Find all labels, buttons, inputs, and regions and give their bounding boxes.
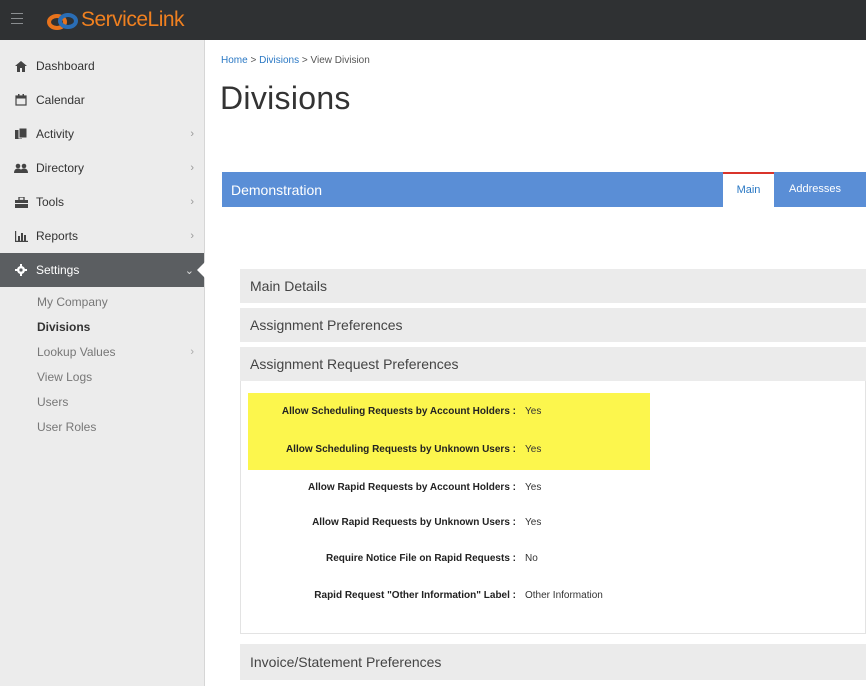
tab-main[interactable]: Main bbox=[723, 172, 774, 208]
breadcrumb-separator: > bbox=[247, 55, 260, 66]
chevron-right-icon: › bbox=[190, 346, 194, 358]
pref-label: Allow Scheduling Requests by Unknown Use… bbox=[285, 444, 516, 455]
breadcrumb-current: View Division bbox=[310, 55, 370, 66]
sidebar-item-label: Activity bbox=[36, 127, 75, 141]
chevron-right-icon: › bbox=[190, 128, 194, 140]
chevron-right-icon: › bbox=[190, 162, 194, 174]
home-icon bbox=[14, 60, 28, 72]
submenu-item-user-roles[interactable]: User Roles bbox=[0, 415, 204, 440]
submenu-item-view-logs[interactable]: View Logs bbox=[0, 365, 204, 390]
pref-label: Allow Scheduling Requests by Account Hol… bbox=[281, 406, 516, 417]
chevron-right-icon: › bbox=[190, 230, 194, 242]
sidebar-item-dashboard[interactable]: Dashboard bbox=[0, 49, 204, 83]
section-assignment-preferences[interactable]: Assignment Preferences bbox=[240, 308, 866, 342]
pref-label: Allow Rapid Requests by Account Holders … bbox=[308, 482, 516, 493]
sidebar-item-calendar[interactable]: Calendar bbox=[0, 83, 204, 117]
pref-value: Yes bbox=[525, 482, 542, 493]
sidebar-item-activity[interactable]: Activity › bbox=[0, 117, 204, 151]
sidebar-item-label: Directory bbox=[36, 161, 85, 175]
tab-addresses[interactable]: Addresses bbox=[777, 172, 853, 207]
users-icon bbox=[14, 162, 28, 174]
pref-label: Allow Rapid Requests by Unknown Users : bbox=[312, 517, 516, 528]
pref-row: Rapid Request "Other Information" Label … bbox=[248, 590, 808, 610]
toolbox-icon bbox=[14, 196, 28, 208]
activity-icon bbox=[14, 128, 28, 140]
bar-chart-icon bbox=[14, 230, 28, 242]
panel-title: Demonstration bbox=[231, 182, 323, 198]
logo-mark-icon bbox=[47, 13, 78, 30]
section-invoice-statement-preferences[interactable]: Invoice/Statement Preferences bbox=[240, 644, 866, 680]
calendar-icon bbox=[14, 94, 28, 106]
breadcrumb-separator: > bbox=[299, 55, 311, 66]
breadcrumb-home-link[interactable]: Home bbox=[221, 55, 248, 66]
sidebar-item-reports[interactable]: Reports › bbox=[0, 219, 204, 253]
pref-value: Yes bbox=[525, 517, 542, 528]
pref-row: Allow Rapid Requests by Account Holders … bbox=[248, 482, 808, 502]
settings-submenu: My Company Divisions Lookup Values › Vie… bbox=[0, 287, 204, 440]
section-main-details[interactable]: Main Details bbox=[240, 269, 866, 303]
pref-label: Rapid Request "Other Information" Label … bbox=[314, 590, 516, 601]
breadcrumb: Home > Divisions > View Division bbox=[221, 55, 370, 66]
active-indicator bbox=[197, 262, 205, 278]
pref-row: Allow Scheduling Requests by Account Hol… bbox=[248, 406, 808, 426]
pref-value: Yes bbox=[525, 406, 542, 417]
submenu-item-divisions[interactable]: Divisions bbox=[0, 315, 204, 340]
sidebar-item-label: Settings bbox=[36, 263, 80, 277]
sidebar-item-label: Tools bbox=[36, 195, 65, 209]
section-assignment-request-preferences[interactable]: Assignment Request Preferences bbox=[240, 347, 866, 381]
sidebar-item-directory[interactable]: Directory › bbox=[0, 151, 204, 185]
submenu-item-label: Lookup Values bbox=[37, 345, 116, 359]
panel-header: Demonstration Main Addresses bbox=[222, 172, 866, 208]
gear-icon bbox=[14, 264, 28, 276]
chevron-down-icon: ⌄ bbox=[184, 265, 194, 277]
pref-value: Yes bbox=[525, 444, 542, 455]
page-title: Divisions bbox=[220, 80, 351, 116]
menu-icon[interactable] bbox=[11, 13, 23, 24]
pref-row: Allow Scheduling Requests by Unknown Use… bbox=[248, 444, 808, 464]
submenu-item-my-company[interactable]: My Company bbox=[0, 290, 204, 315]
pref-value: Other Information bbox=[525, 590, 603, 601]
sidebar-item-settings[interactable]: Settings ⌄ bbox=[0, 253, 205, 287]
pref-label: Require Notice File on Rapid Requests : bbox=[325, 553, 516, 564]
sidebar-item-tools[interactable]: Tools › bbox=[0, 185, 204, 219]
pref-row: Allow Rapid Requests by Unknown Users : … bbox=[248, 517, 808, 537]
pref-row: Require Notice File on Rapid Requests : … bbox=[248, 553, 808, 573]
logo[interactable]: ServiceLink bbox=[46, 7, 185, 33]
top-bar: ServiceLink bbox=[0, 0, 866, 40]
sidebar-item-label: Reports bbox=[36, 229, 79, 243]
breadcrumb-divisions-link[interactable]: Divisions bbox=[259, 55, 299, 66]
sidebar-item-label: Dashboard bbox=[36, 59, 95, 73]
pref-value: No bbox=[525, 553, 538, 564]
submenu-item-lookup-values[interactable]: Lookup Values › bbox=[0, 340, 204, 365]
logo-text: ServiceLink bbox=[81, 8, 185, 31]
sidebar-item-label: Calendar bbox=[36, 93, 85, 107]
chevron-right-icon: › bbox=[190, 196, 194, 208]
